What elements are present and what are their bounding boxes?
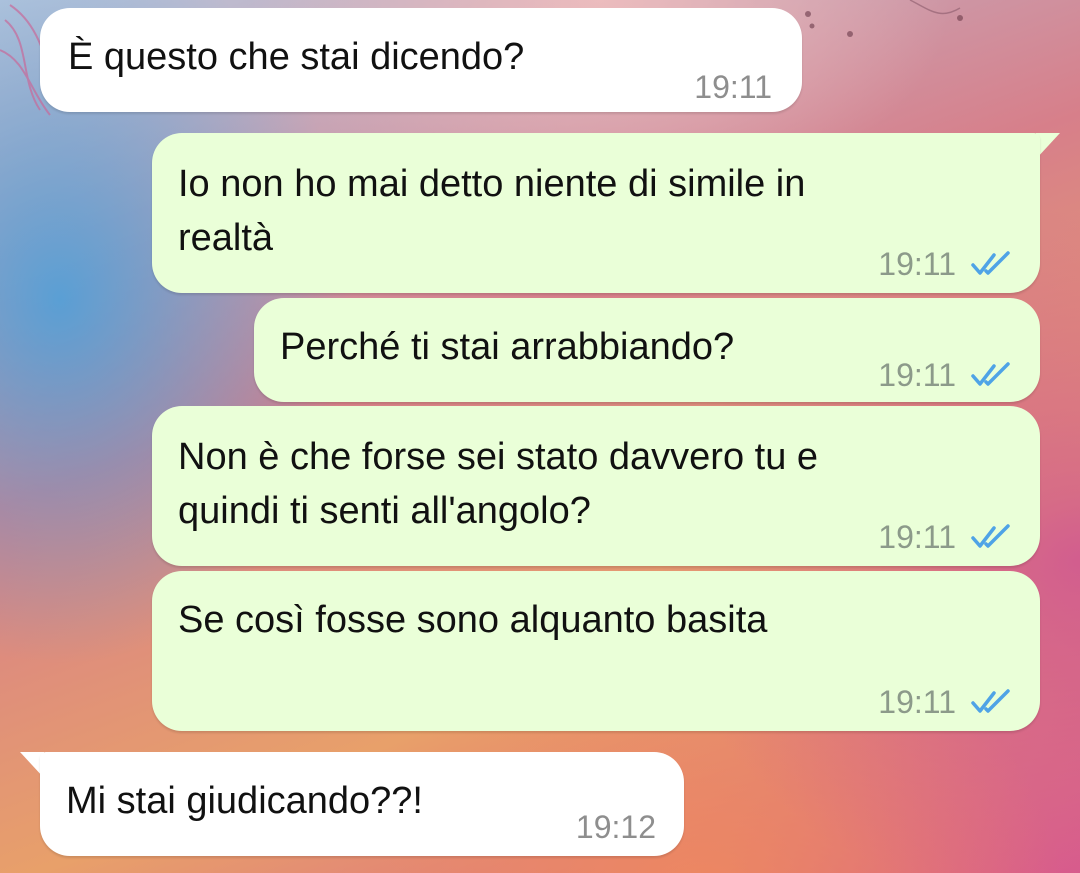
message-bubble-incoming[interactable]: È questo che stai dicendo? 19:11 — [40, 8, 802, 112]
double-check-icon — [971, 524, 1010, 548]
message-text: Mi stai giudicando??! — [66, 780, 423, 822]
message-bubble-outgoing[interactable]: Se così fosse sono alquanto basita 19:11 — [152, 571, 1040, 731]
message-text: Non è che forse sei stato davvero tu e q… — [178, 436, 819, 532]
message-timestamp: 19:11 — [878, 246, 956, 282]
message-bubble-outgoing[interactable]: Io non ho mai detto niente di simile in … — [152, 133, 1040, 293]
message-timestamp: 19:11 — [878, 519, 956, 555]
double-check-icon — [971, 362, 1010, 386]
message-timestamp: 19:11 — [878, 357, 956, 393]
message-meta: 19:12 — [576, 800, 656, 854]
message-text: Io non ho mai detto niente di simile in … — [178, 163, 806, 259]
message-text: Perché ti stai arrabbiando? — [280, 326, 735, 368]
message-bubble-outgoing[interactable]: Non è che forse sei stato davvero tu e q… — [152, 406, 1040, 566]
message-meta: 19:11 — [878, 237, 1014, 291]
message-bubble-outgoing[interactable]: Perché ti stai arrabbiando? 19:11 — [254, 298, 1040, 402]
message-meta: 19:11 — [878, 510, 1014, 564]
message-meta: 19:11 — [878, 675, 1014, 729]
message-bubble-incoming[interactable]: Mi stai giudicando??! 19:12 — [40, 752, 684, 856]
message-text: Se così fosse sono alquanto basita — [178, 599, 768, 641]
double-check-icon — [971, 689, 1010, 713]
wallpaper-dots-decoration — [805, 0, 963, 37]
message-timestamp: 19:12 — [575, 809, 656, 845]
message-meta: 19:11 — [878, 348, 1014, 402]
message-timestamp: 19:11 — [878, 684, 956, 720]
message-text: È questo che stai dicendo? — [68, 36, 525, 78]
double-check-icon — [971, 251, 1010, 275]
message-meta: 19:11 — [694, 60, 772, 114]
message-timestamp: 19:11 — [694, 69, 772, 105]
